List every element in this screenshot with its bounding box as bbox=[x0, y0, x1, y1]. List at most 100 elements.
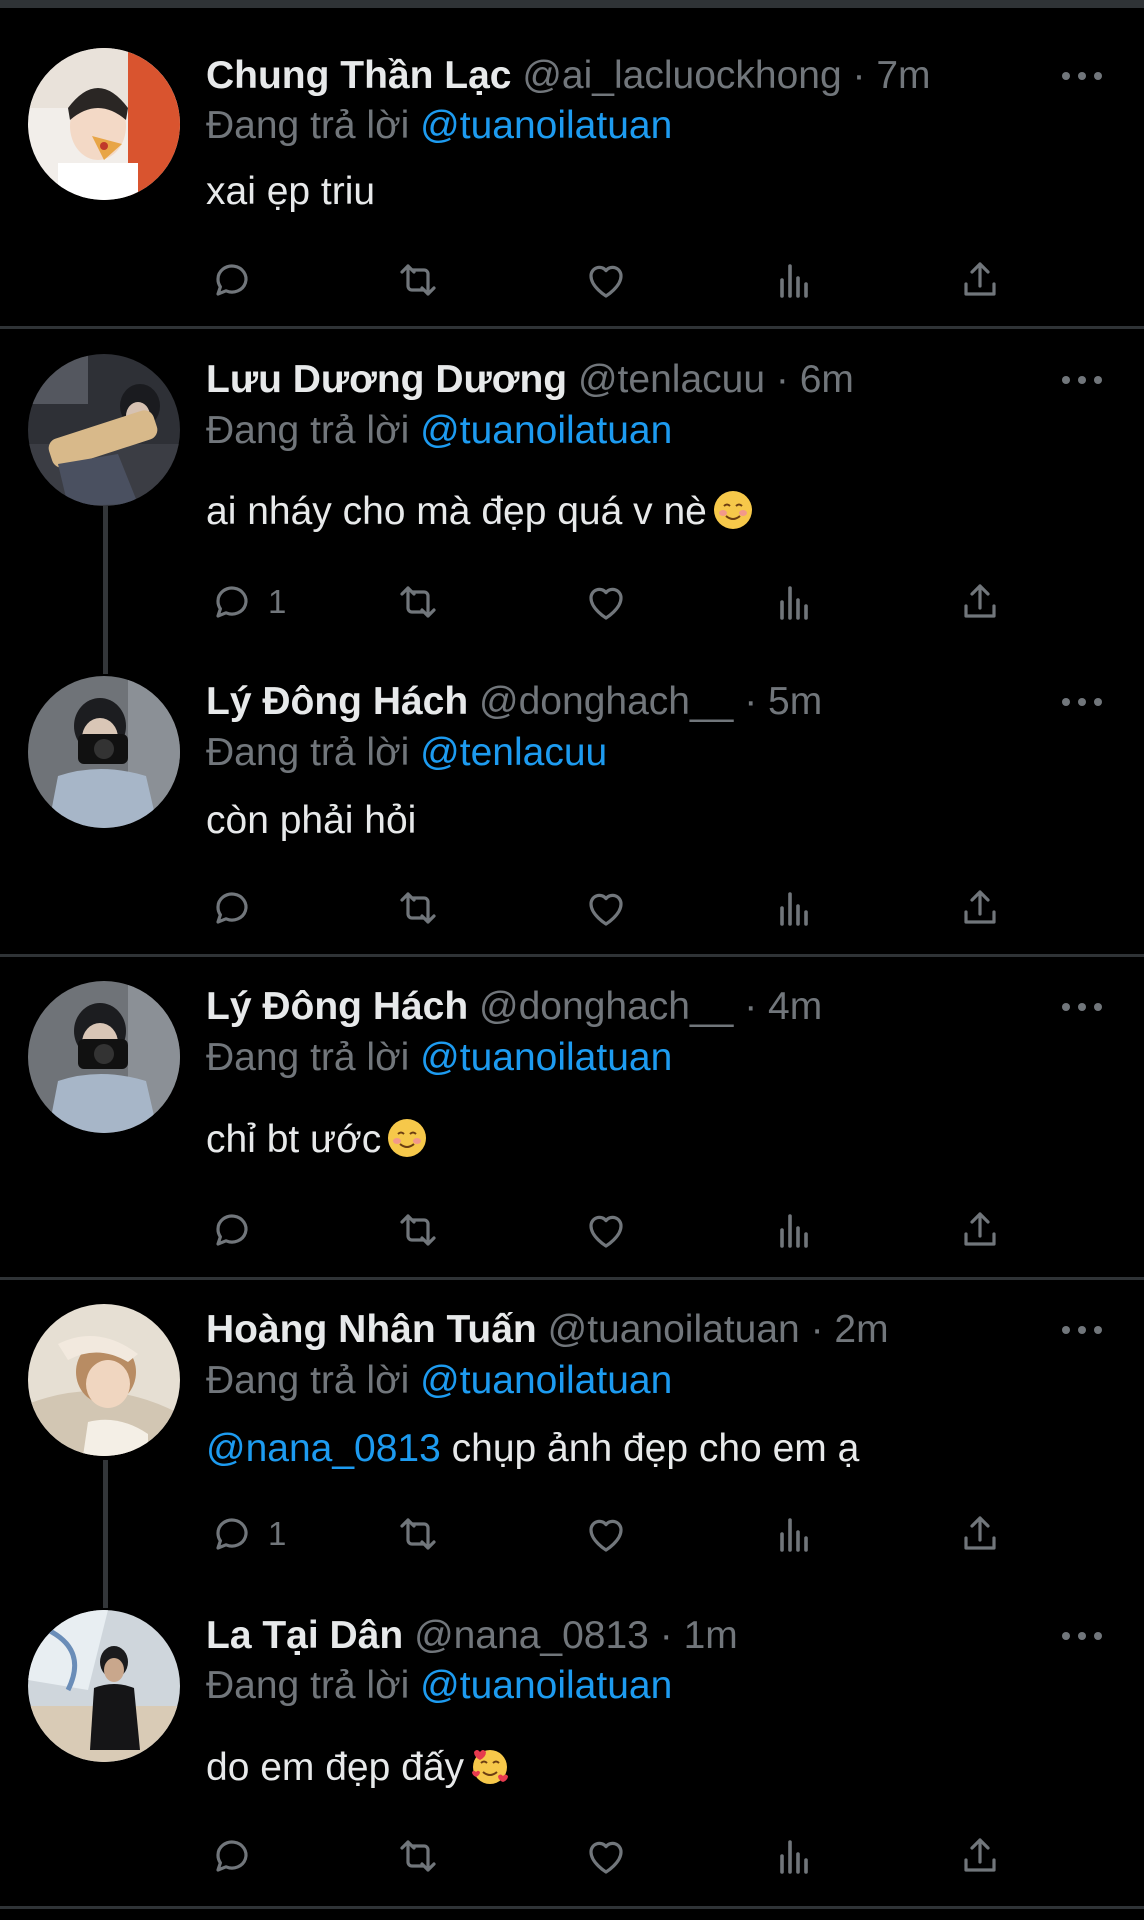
tweet-actions bbox=[0, 1832, 1144, 1880]
views-button[interactable] bbox=[770, 884, 818, 932]
views-button[interactable] bbox=[770, 1832, 818, 1880]
timestamp[interactable]: 2m bbox=[834, 1308, 888, 1351]
avatar[interactable] bbox=[28, 354, 180, 506]
more-options-icon[interactable] bbox=[1062, 370, 1102, 390]
author-name[interactable]: Chung Thần Lạc bbox=[206, 54, 512, 97]
author-name[interactable]: La Tại Dân bbox=[206, 1614, 403, 1657]
retweet-button[interactable] bbox=[394, 256, 442, 304]
author-handle[interactable]: @nana_0813 bbox=[414, 1614, 649, 1657]
retweet-button[interactable] bbox=[394, 1510, 442, 1558]
replying-to: Đang trả lời @tuanoilatuan bbox=[206, 104, 673, 147]
smiling-face-with-hearts-emoji bbox=[472, 1750, 509, 1784]
analytics-icon bbox=[780, 1840, 808, 1874]
analytics-icon bbox=[780, 892, 808, 926]
retweet-button[interactable] bbox=[394, 1206, 442, 1254]
avatar[interactable] bbox=[28, 48, 180, 200]
smiling-face-emoji bbox=[713, 491, 752, 529]
like-button[interactable] bbox=[582, 256, 630, 304]
author-name[interactable]: Lưu Dương Dương bbox=[206, 358, 567, 401]
timestamp[interactable]: 7m bbox=[876, 54, 930, 97]
like-button[interactable] bbox=[582, 884, 630, 932]
replying-to-mention[interactable]: @tuanoilatuan bbox=[420, 409, 672, 452]
author-name[interactable]: Hoàng Nhân Tuấn bbox=[206, 1308, 537, 1351]
share-button[interactable] bbox=[956, 1206, 1004, 1254]
avatar[interactable] bbox=[28, 981, 180, 1133]
reply-icon bbox=[216, 264, 248, 296]
heart-icon bbox=[589, 587, 623, 620]
author-name[interactable]: Lý Đông Hách bbox=[206, 680, 468, 723]
separator-dot: · bbox=[744, 985, 758, 1028]
tweet-text: xai ẹp triu bbox=[206, 170, 376, 213]
retweet-icon bbox=[400, 1840, 436, 1872]
author-handle[interactable]: @donghach__ bbox=[479, 680, 733, 723]
share-icon bbox=[964, 1838, 996, 1872]
more-options-icon[interactable] bbox=[1062, 1320, 1102, 1340]
tweet-actions: 1 bbox=[0, 578, 1144, 626]
more-options-icon[interactable] bbox=[1062, 1626, 1102, 1646]
reply-button[interactable] bbox=[208, 884, 256, 932]
reply-button[interactable] bbox=[208, 1832, 256, 1880]
share-button[interactable] bbox=[956, 578, 1004, 626]
heart-icon bbox=[589, 1841, 623, 1874]
share-button[interactable] bbox=[956, 256, 1004, 304]
replying-to-mention[interactable]: @tuanoilatuan bbox=[420, 1664, 672, 1707]
more-options-icon[interactable] bbox=[1062, 692, 1102, 712]
more-options-icon[interactable] bbox=[1062, 997, 1102, 1017]
share-icon bbox=[964, 890, 996, 924]
retweet-button[interactable] bbox=[394, 884, 442, 932]
tweet-actions bbox=[0, 1206, 1144, 1254]
like-button[interactable] bbox=[582, 578, 630, 626]
author-handle[interactable]: @tenlacuu bbox=[578, 358, 765, 401]
replying-to: Đang trả lời @tuanoilatuan bbox=[206, 1036, 673, 1079]
avatar[interactable] bbox=[28, 1610, 180, 1762]
separator-dot: · bbox=[744, 680, 758, 723]
like-button[interactable] bbox=[582, 1206, 630, 1254]
views-button[interactable] bbox=[770, 256, 818, 304]
author-handle[interactable]: @donghach__ bbox=[479, 985, 733, 1028]
replying-to: Đang trả lời @tuanoilatuan bbox=[206, 1359, 673, 1402]
retweet-button[interactable] bbox=[394, 578, 442, 626]
author-name[interactable]: Lý Đông Hách bbox=[206, 985, 468, 1028]
replying-to: Đang trả lời @tuanoilatuan bbox=[206, 409, 673, 452]
retweet-icon bbox=[400, 1214, 436, 1246]
heart-icon bbox=[589, 1519, 623, 1552]
share-button[interactable] bbox=[956, 1510, 1004, 1558]
timestamp[interactable]: 5m bbox=[768, 680, 822, 723]
timestamp[interactable]: 6m bbox=[800, 358, 854, 401]
separator-dot: · bbox=[775, 358, 789, 401]
reply-button[interactable]: 1 bbox=[208, 578, 286, 626]
avatar[interactable] bbox=[28, 676, 180, 828]
reply-button[interactable] bbox=[208, 1206, 256, 1254]
author-handle[interactable]: @tuanoilatuan bbox=[548, 1308, 800, 1351]
heart-icon bbox=[589, 265, 623, 298]
like-button[interactable] bbox=[582, 1510, 630, 1558]
views-button[interactable] bbox=[770, 578, 818, 626]
text-mention[interactable]: @nana_0813 bbox=[206, 1427, 441, 1470]
divider bbox=[0, 326, 1144, 329]
replying-to-mention[interactable]: @tuanoilatuan bbox=[420, 1359, 672, 1402]
separator-dot: · bbox=[852, 54, 866, 97]
replying-to-mention[interactable]: @tuanoilatuan bbox=[420, 104, 672, 147]
share-icon bbox=[964, 1516, 996, 1550]
share-icon bbox=[964, 262, 996, 296]
retweet-button[interactable] bbox=[394, 1832, 442, 1880]
replying-to: Đang trả lời @tenlacuu bbox=[206, 731, 608, 774]
timestamp[interactable]: 1m bbox=[684, 1614, 738, 1657]
timestamp[interactable]: 4m bbox=[768, 985, 822, 1028]
replying-to-mention[interactable]: @tuanoilatuan bbox=[420, 1036, 672, 1079]
share-button[interactable] bbox=[956, 884, 1004, 932]
reply-button[interactable]: 1 bbox=[208, 1510, 286, 1558]
divider bbox=[0, 954, 1144, 957]
smiling-face-emoji bbox=[388, 1119, 427, 1157]
avatar[interactable] bbox=[28, 1304, 180, 1456]
like-button[interactable] bbox=[582, 1832, 630, 1880]
analytics-icon bbox=[780, 264, 808, 298]
author-handle[interactable]: @ai_lacluockhong bbox=[522, 54, 841, 97]
views-button[interactable] bbox=[770, 1510, 818, 1558]
views-button[interactable] bbox=[770, 1206, 818, 1254]
tweet-text: chỉ bt ước bbox=[206, 1114, 427, 1166]
share-button[interactable] bbox=[956, 1832, 1004, 1880]
reply-button[interactable] bbox=[208, 256, 256, 304]
replying-to-mention[interactable]: @tenlacuu bbox=[420, 731, 607, 774]
more-options-icon[interactable] bbox=[1062, 66, 1102, 86]
